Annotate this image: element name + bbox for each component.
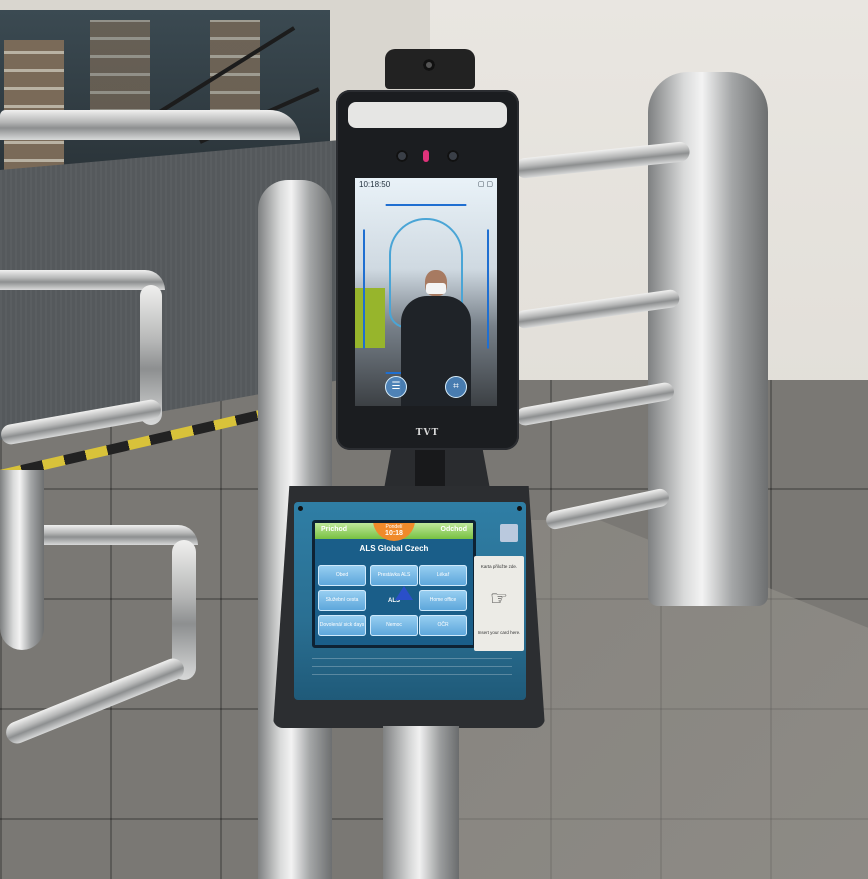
screen-clock: 10:18:50	[359, 180, 391, 189]
gate-post	[0, 470, 44, 650]
access-terminal-pole	[383, 726, 459, 879]
tab-departure[interactable]: Odchod	[441, 526, 467, 533]
gate-arm	[0, 270, 165, 290]
thermal-camera	[385, 49, 475, 89]
attendance-touchscreen[interactable]: Prichod Odchod Pondelí 10:18 ALS Global …	[312, 520, 476, 648]
card-instruction-bottom: Insert your card here.	[477, 630, 521, 635]
company-title: ALS Global Czech	[359, 544, 429, 553]
card-tap-icon: ☞	[490, 588, 508, 610]
panel-stripe	[312, 674, 512, 675]
reason-button-ocr[interactable]: OČR	[419, 615, 467, 636]
photo-scene: TVT 10:18:50 ▢ ▢ ☰ ⌗ Prichod Odchod Pond…	[0, 0, 868, 879]
ir-sensor-icon	[423, 150, 429, 162]
reason-button-home-office[interactable]: Home office	[419, 590, 467, 611]
reason-button-doctor[interactable]: Lékař	[419, 565, 467, 586]
curved-handrail	[0, 110, 300, 140]
reason-button-break[interactable]: Prestávka ALS	[370, 565, 418, 586]
menu-icon[interactable]: ☰	[385, 376, 407, 398]
terminal-brand: TVT	[415, 428, 440, 438]
camera-lens-icon	[423, 59, 435, 71]
reason-button-lunch[interactable]: Obed	[318, 565, 366, 586]
reason-button-sickness[interactable]: Nemoc	[370, 615, 418, 636]
card-instruction-top: Karta přiložte zde.	[480, 564, 518, 569]
face-mask	[426, 283, 446, 294]
camera-lens-icon	[447, 150, 459, 162]
screw-icon	[298, 506, 303, 511]
camera-lens-icon	[396, 150, 408, 162]
card-reader-zone[interactable]: Karta přiložte zde. ☞ Insert your card h…	[474, 556, 524, 651]
reason-button-business-trip[interactable]: Služební cesta	[318, 590, 366, 611]
panel-logo-icon	[500, 524, 518, 542]
panel-stripe	[312, 666, 512, 667]
time-value: 10:18	[385, 530, 403, 537]
led-fill-light	[348, 102, 507, 128]
face-terminal-screen[interactable]: 10:18:50 ▢ ▢ ☰ ⌗	[355, 178, 497, 406]
panel-stripe	[312, 658, 512, 659]
als-logo-icon	[395, 586, 413, 600]
screw-icon	[517, 506, 522, 511]
tab-arrival[interactable]: Prichod	[321, 526, 347, 533]
reason-button-vacation[interactable]: Dovolená/ sick days	[318, 615, 366, 636]
status-icons: ▢ ▢	[477, 181, 493, 188]
scan-icon[interactable]: ⌗	[445, 376, 467, 398]
